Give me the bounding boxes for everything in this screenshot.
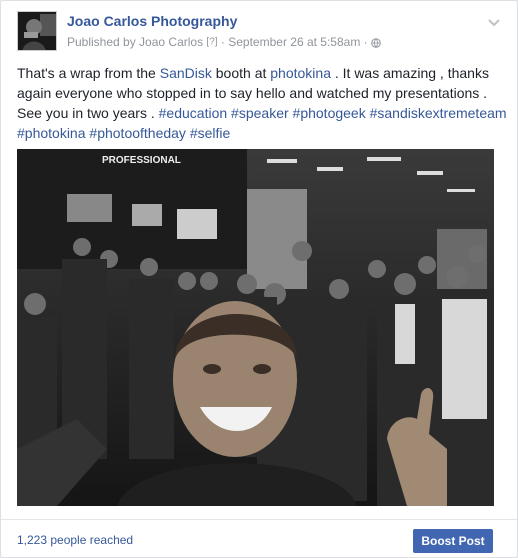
hashtag-link[interactable]: #photooftheday: [89, 125, 186, 141]
globe-icon[interactable]: [371, 37, 381, 48]
post-text: That's a wrap from the SanDisk booth at …: [17, 63, 507, 143]
booth-sign: PROFESSIONAL: [102, 155, 181, 166]
post-card: Joao Carlos Photography Published by Joa…: [0, 0, 518, 558]
published-by[interactable]: Published by Joao Carlos: [67, 35, 203, 49]
boost-post-button[interactable]: Boost Post: [413, 529, 493, 553]
avatar-image: [18, 12, 56, 50]
text-segment: That's a wrap from the: [17, 65, 160, 81]
post-meta: Published by Joao Carlos [?] · September…: [67, 34, 381, 49]
people-reached-link[interactable]: 1,223 people reached: [17, 533, 133, 547]
meta-separator: ·: [220, 34, 225, 49]
hashtag-link[interactable]: #education: [159, 105, 228, 121]
text-segment: booth at: [211, 65, 271, 81]
timestamp-link[interactable]: September 26 at 5:58am: [228, 35, 360, 49]
post-header: Joao Carlos Photography Published by Joa…: [17, 11, 503, 55]
hashtag-link[interactable]: #speaker: [231, 105, 289, 121]
meta-separator: ·: [363, 34, 368, 49]
hashtag-link[interactable]: #photokina: [17, 125, 86, 141]
page-avatar[interactable]: [17, 11, 57, 51]
chevron-down-icon[interactable]: [487, 15, 501, 27]
post-photo[interactable]: PROFESSIONAL: [17, 149, 494, 506]
help-marker[interactable]: [?]: [206, 36, 217, 47]
selfie-photo-image: PROFESSIONAL: [17, 149, 494, 506]
hashtag-link[interactable]: #photogeek: [293, 105, 366, 121]
hashtag-link[interactable]: #selfie: [190, 125, 230, 141]
page-name-link[interactable]: Joao Carlos Photography: [67, 13, 237, 29]
photokina-link[interactable]: photokina: [270, 65, 331, 81]
sandisk-link[interactable]: SanDisk: [160, 65, 212, 81]
post-footer: 1,223 people reached Boost Post: [1, 519, 517, 557]
hashtag-link[interactable]: #sandiskextremeteam: [370, 105, 507, 121]
